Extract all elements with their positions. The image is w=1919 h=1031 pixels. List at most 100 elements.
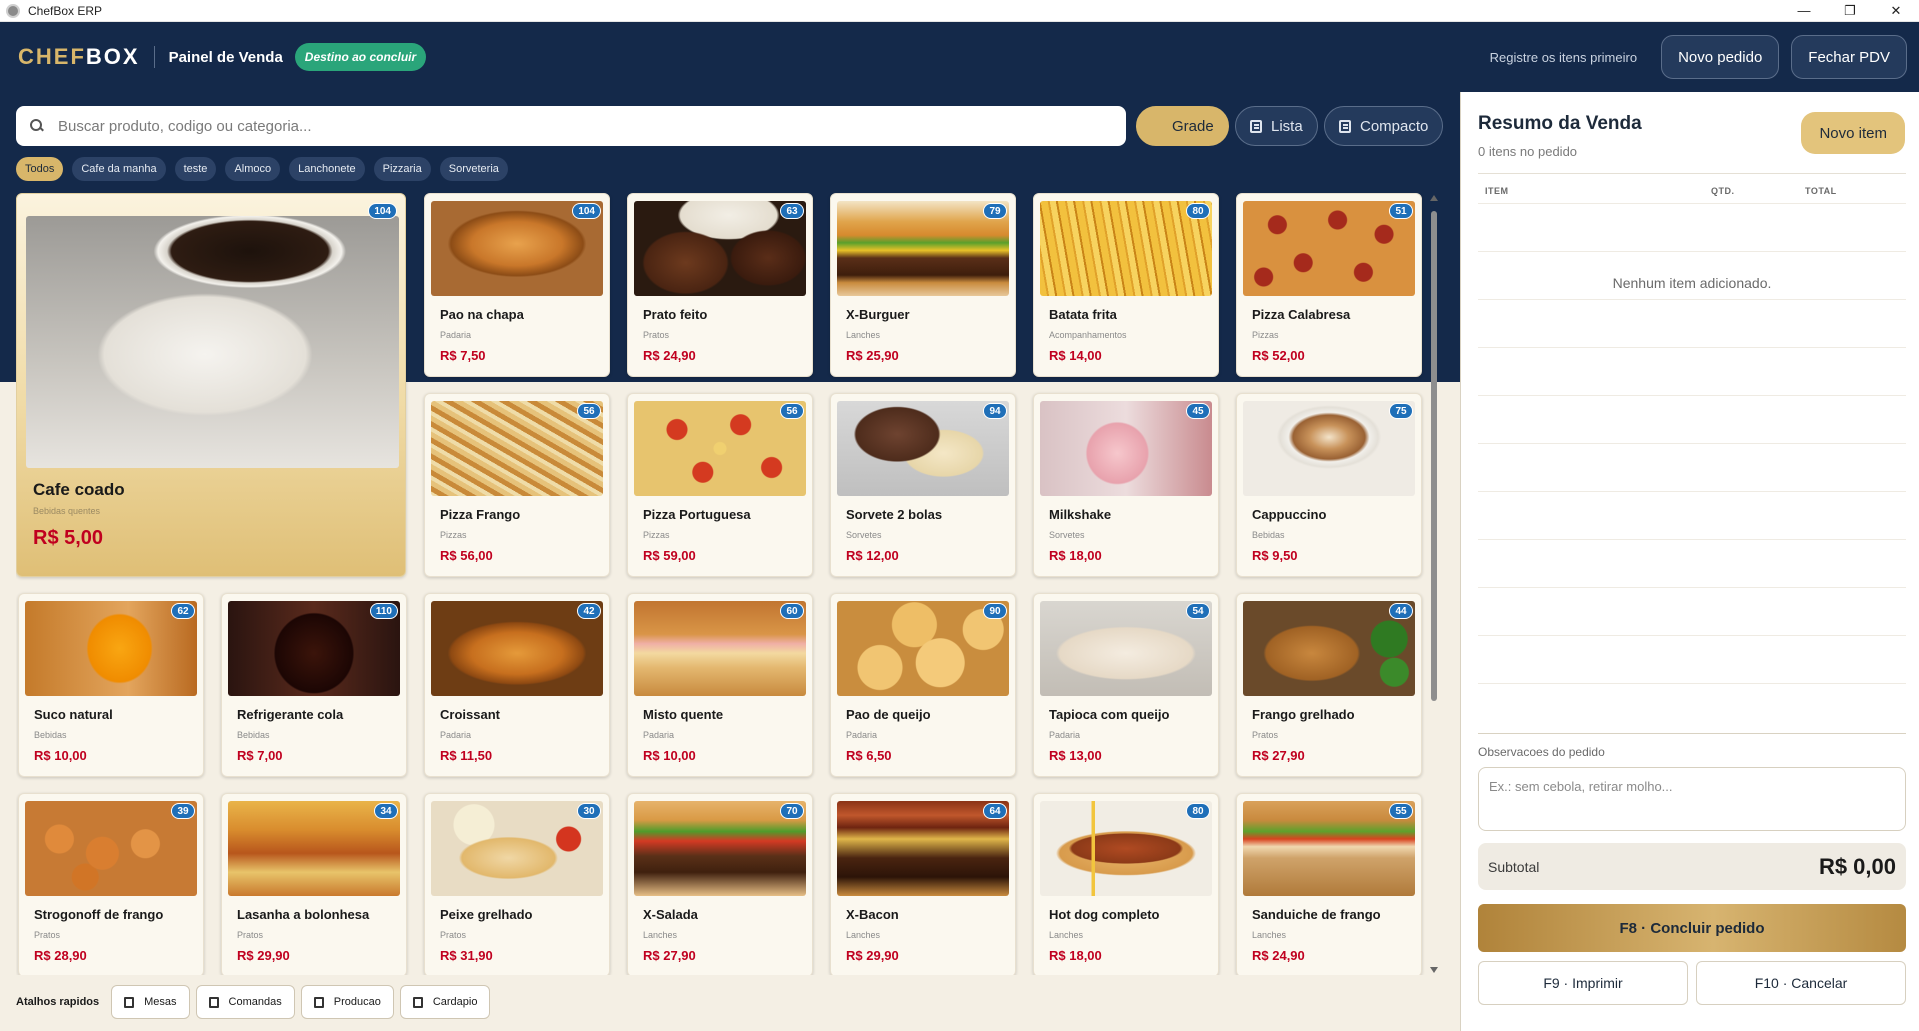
product-name: X-Bacon [846,907,899,922]
product-card[interactable]: 80 Batata frita Acompanhamentos R$ 14,00 [1033,193,1219,377]
header-divider [153,46,155,68]
cancel-button[interactable]: F10 · Cancelar [1696,961,1906,1005]
product-card[interactable]: 44 Frango grelhado Pratos R$ 27,90 [1236,593,1422,777]
scrollbar-thumb[interactable] [1431,211,1437,701]
stock-badge: 80 [1186,803,1210,819]
category-chip-todos[interactable]: Todos [16,157,64,181]
product-card[interactable]: 75 Cappuccino Bebidas R$ 9,50 [1236,393,1422,577]
product-price: R$ 27,90 [1252,748,1305,763]
product-name: X-Burguer [846,307,910,322]
product-card[interactable]: 94 Sorvete 2 bolas Sorvetes R$ 12,00 [830,393,1016,577]
stock-badge: 79 [983,203,1007,219]
product-card[interactable]: 30 Peixe grelhado Pratos R$ 31,90 [424,793,610,975]
new-order-button[interactable]: Novo pedido [1661,35,1780,79]
stock-badge: 30 [577,803,601,819]
product-card[interactable]: 54 Tapioca com queijo Padaria R$ 13,00 [1033,593,1219,777]
category-chip-pizzaria[interactable]: Pizzaria [373,157,431,181]
product-card[interactable]: 80 Hot dog completo Lanches R$ 18,00 [1033,793,1219,975]
category-chip-cafe-da-manha[interactable]: Cafe da manha [72,157,166,181]
close-pdv-button[interactable]: Fechar PDV [1791,35,1907,79]
scroll-up-icon[interactable] [1430,195,1438,201]
fish-image [431,801,603,896]
product-name: Cafe coado [33,480,125,499]
product-category: Lanches [846,930,881,940]
subtotal-value: R$ 0,00 [1818,853,1896,879]
category-chip-teste[interactable]: teste [174,157,217,181]
conclude-order-button[interactable]: F8 · Concluir pedido [1478,904,1906,952]
product-card-featured[interactable]: 104 Cafe coado Bebidas quentes R$ 5,00 [16,193,406,577]
product-category: Pizzas [1252,330,1279,340]
product-card[interactable]: 42 Croissant Padaria R$ 11,50 [424,593,610,777]
milkshake-image [1040,401,1212,496]
view-compact-button[interactable]: Compacto [1324,106,1444,146]
restore-icon[interactable]: ❐ [1827,0,1873,22]
product-card[interactable]: 39 Strogonoff de frango Pratos R$ 28,90 [18,793,204,975]
pizza-image [634,401,806,496]
category-chip-lanchonete[interactable]: Lanchonete [289,157,365,181]
stock-badge: 39 [171,803,195,819]
shortcut-label: Producao [333,996,381,1008]
product-card[interactable]: 56 Pizza Frango Pizzas R$ 56,00 [424,393,610,577]
product-card[interactable]: 55 Sanduiche de frango Lanches R$ 24,90 [1236,793,1422,975]
product-card[interactable]: 63 Prato feito Pratos R$ 24,90 [627,193,813,377]
category-chip-sorveteria[interactable]: Sorveteria [439,157,508,181]
product-card[interactable]: 110 Refrigerante cola Bebidas R$ 7,00 [221,593,407,777]
shortcut-producao-button[interactable]: Producao [300,985,394,1019]
print-button[interactable]: F9 · Imprimir [1478,961,1688,1005]
shortcut-mesas-button[interactable]: Mesas [111,985,190,1019]
view-grid-button[interactable]: Grade [1136,106,1229,326]
product-price: R$ 24,90 [1252,948,1305,963]
product-name: Peixe grelhado [440,907,533,922]
product-card[interactable]: 62 Suco natural Bebidas R$ 10,00 [18,593,204,777]
view-list-button[interactable]: Lista [1235,106,1318,146]
minimize-icon[interactable]: — [1781,0,1827,22]
product-price: R$ 11,50 [440,748,493,763]
product-card[interactable]: 60 Misto quente Padaria R$ 10,00 [627,593,813,777]
product-card[interactable]: 56 Pizza Portuguesa Pizzas R$ 59,00 [627,393,813,577]
product-category: Lanches [846,330,881,340]
product-price: R$ 6,50 [846,748,892,763]
stock-badge: 70 [780,803,804,819]
shortcut-cardapio-button[interactable]: Cardapio [399,985,491,1019]
column-header-item: ITEM [1485,186,1509,196]
view-grid-label: Grade [1172,117,1214,135]
stock-badge: 45 [1186,403,1210,419]
product-card[interactable]: 51 Pizza Calabresa Pizzas R$ 52,00 [1236,193,1422,377]
product-name: Strogonoff de frango [34,907,164,922]
category-filter: Todos Cafe da manha teste Almoco Lanchon… [16,157,517,181]
subtotal-box: Subtotal R$ 0,00 [1478,843,1906,890]
product-category: Padaria [440,730,472,740]
product-grid-scrollbar[interactable] [1428,193,1440,975]
stock-badge: 34 [374,803,398,819]
product-card[interactable]: 70 X-Salada Lanches R$ 27,90 [627,793,813,975]
category-chip-almoco[interactable]: Almoco [225,157,281,181]
ticket-icon [208,996,219,1008]
order-notes-field[interactable] [1478,767,1906,831]
search-box[interactable] [16,106,1126,146]
table-icon [124,996,135,1008]
product-name: Pizza Frango [440,507,521,522]
search-input[interactable] [58,117,1058,135]
product-name: Prato feito [643,307,708,322]
product-card[interactable]: 64 X-Bacon Lanches R$ 29,90 [830,793,1016,975]
product-price: R$ 29,90 [237,948,290,963]
product-card[interactable]: 90 Pao de queijo Padaria R$ 6,50 [830,593,1016,777]
product-card[interactable]: 34 Lasanha a bolonhesa Pratos R$ 29,90 [221,793,407,975]
shortcut-label: Comandas [228,996,282,1008]
product-card[interactable]: 104 Pao na chapa Padaria R$ 7,50 [424,193,610,377]
product-card[interactable]: 45 Milkshake Sorvetes R$ 18,00 [1033,393,1219,577]
destination-badge[interactable]: Destino ao concluir [294,43,427,71]
stock-badge: 55 [1389,803,1413,819]
product-price: R$ 28,90 [34,948,87,963]
close-icon[interactable]: ✕ [1873,0,1919,22]
stock-badge: 44 [1389,603,1413,619]
lasagna-image [228,801,400,896]
menu-icon [412,996,423,1008]
summary-item-count: 0 itens no pedido [1478,144,1578,159]
product-card[interactable]: 79 X-Burguer Lanches R$ 25,90 [830,193,1016,377]
product-category: Sorvetes [846,530,882,540]
scroll-down-icon[interactable] [1430,967,1438,973]
new-item-button[interactable]: Novo item [1801,112,1905,154]
juice-image [25,601,197,696]
shortcut-comandas-button[interactable]: Comandas [195,985,295,1019]
